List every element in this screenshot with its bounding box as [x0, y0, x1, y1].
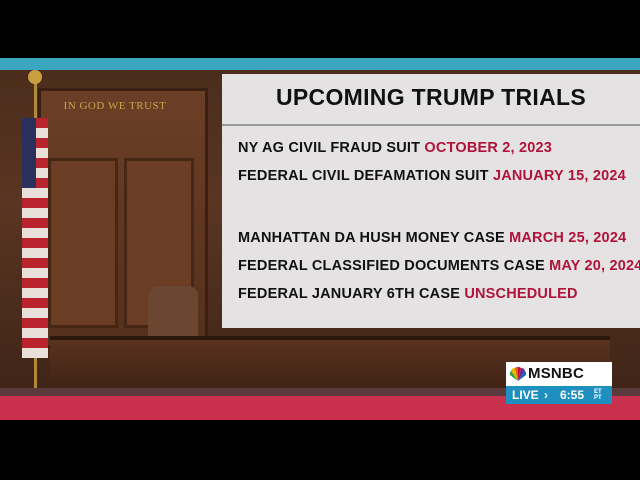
- timezone-label: ET PT: [594, 389, 602, 401]
- trial-label: NY AG CIVIL FRAUD SUIT: [238, 140, 421, 156]
- chevron-right-icon: ›: [544, 388, 548, 402]
- broadcast-frame: IN GOD WE TRUST UPCOMING TRUMP TRIALS NY…: [0, 58, 640, 420]
- peacock-logo-icon: [510, 367, 526, 381]
- flag-canton: [22, 118, 36, 188]
- left-door-panel: [48, 158, 118, 328]
- network-name: MSNBC: [528, 365, 584, 382]
- live-bar: LIVE › 6:55 ET PT: [506, 386, 612, 404]
- top-teal-strip: [0, 58, 640, 70]
- trial-date: MAY 20, 2024: [549, 258, 640, 274]
- bug-logo-area: MSNBC: [506, 362, 612, 386]
- trial-row: MANHATTAN DA HUSH MONEY CASE MARCH 25, 2…: [238, 230, 626, 246]
- flag-finial: [28, 70, 42, 84]
- trial-label: FEDERAL JANUARY 6TH CASE: [238, 286, 461, 302]
- trial-row: FEDERAL CIVIL DEFAMATION SUIT JANUARY 15…: [238, 168, 626, 184]
- trial-row: FEDERAL JANUARY 6TH CASE UNSCHEDULED: [238, 286, 578, 302]
- trials-card: UPCOMING TRUMP TRIALS NY AG CIVIL FRAUD …: [222, 74, 640, 328]
- time-label: 6:55: [560, 388, 585, 402]
- motto-inscription: IN GOD WE TRUST: [63, 100, 167, 112]
- msnbc-bug: MSNBC LIVE › 6:55 ET PT: [506, 362, 612, 404]
- trial-row: NY AG CIVIL FRAUD SUIT OCTOBER 2, 2023: [238, 140, 552, 156]
- live-label: LIVE: [512, 388, 539, 402]
- trial-date: JANUARY 15, 2024: [492, 168, 626, 184]
- trial-label: MANHATTAN DA HUSH MONEY CASE: [238, 230, 505, 246]
- trial-label: FEDERAL CLASSIFIED DOCUMENTS CASE: [238, 258, 545, 274]
- trial-label: FEDERAL CIVIL DEFAMATION SUIT: [238, 168, 489, 184]
- trial-date: MARCH 25, 2024: [509, 230, 627, 246]
- trial-date: OCTOBER 2, 2023: [424, 140, 553, 156]
- card-title: UPCOMING TRUMP TRIALS: [276, 84, 586, 110]
- title-divider: [222, 124, 640, 126]
- trial-row: FEDERAL CLASSIFIED DOCUMENTS CASE MAY 20…: [238, 258, 640, 274]
- trial-date: UNSCHEDULED: [464, 286, 578, 302]
